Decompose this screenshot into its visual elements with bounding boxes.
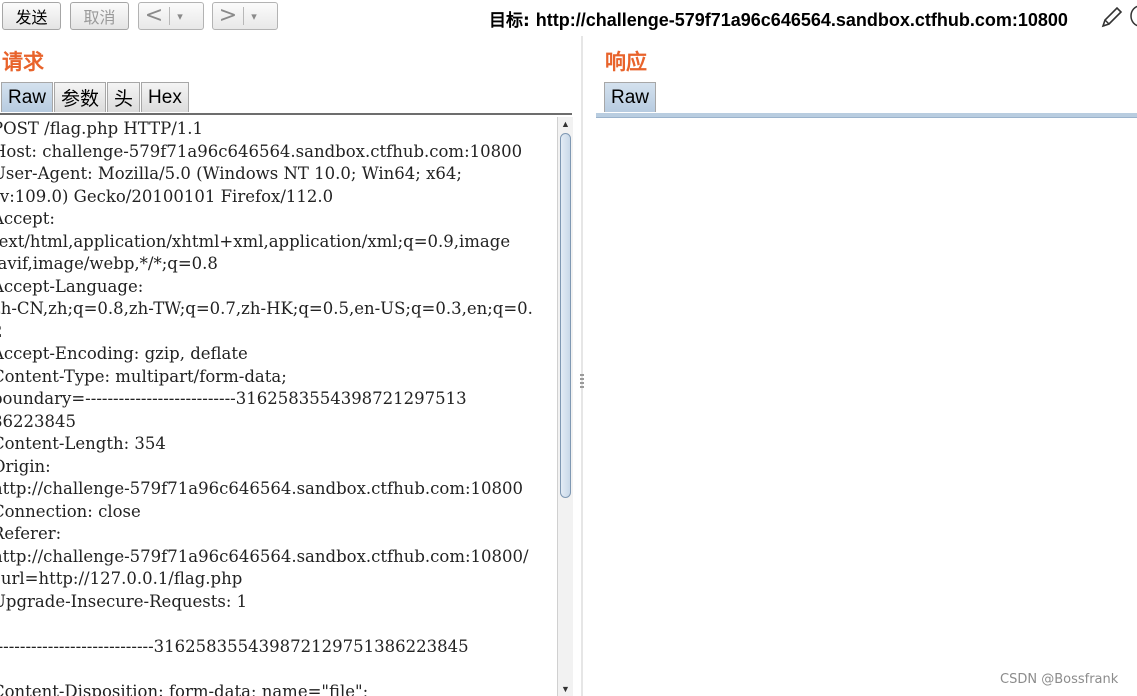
request-line: Host: challenge-579f71a96c646564.sandbox…	[0, 141, 523, 161]
forward-arrow-icon[interactable]: >	[213, 3, 243, 29]
request-line: ?url=http://127.0.0.1/flag.php	[0, 569, 243, 588]
request-line: Referer:	[0, 524, 62, 543]
request-line: Origin:	[0, 456, 51, 476]
target-display: 目标: http://challenge-579f71a96c646564.sa…	[489, 6, 1068, 31]
request-line	[0, 658, 548, 681]
tab-hex-label: Hex	[148, 86, 182, 108]
request-line: boundary=---------------------------3162…	[0, 389, 467, 408]
request-line: Content-Length: 354	[0, 434, 166, 453]
request-line: http://challenge-579f71a96c646564.sandbo…	[0, 546, 529, 566]
request-line: text/html,application/xhtml+xml,applicat…	[0, 231, 511, 251]
forward-history-dropdown-icon[interactable]: ▾	[244, 10, 264, 23]
request-tabs: Raw 参数 头 Hex	[1, 82, 190, 114]
tab-raw-label: Raw	[8, 86, 47, 108]
request-line: Accept-Language:	[0, 276, 144, 296]
request-title: 请求	[2, 50, 44, 74]
request-line: http://challenge-579f71a96c646564.sandbo…	[0, 479, 524, 498]
tab-raw[interactable]: Raw	[1, 82, 54, 112]
scroll-down-icon[interactable]: ▼	[560, 684, 571, 696]
request-line: Content-Type: multipart/form-data;	[0, 366, 287, 386]
splitter-grip-icon[interactable]	[580, 374, 584, 390]
cancel-button[interactable]: 取消	[70, 2, 129, 30]
request-scrollbar[interactable]: ▲ ▼	[557, 117, 573, 696]
forward-nav-button[interactable]: > ▾	[212, 2, 278, 30]
request-line: POST /flag.php HTTP/1.1	[0, 119, 203, 138]
help-icon[interactable]	[1130, 2, 1137, 30]
scrollbar-thumb[interactable]	[560, 133, 571, 498]
request-line: rv:109.0) Gecko/20100101 Firefox/112.0	[0, 186, 334, 206]
tab-response-raw-label: Raw	[611, 86, 650, 108]
request-tab-underline	[0, 113, 572, 115]
tab-response-raw[interactable]: Raw	[604, 82, 657, 112]
tab-headers[interactable]: 头	[107, 82, 141, 112]
request-editor[interactable]: POST /flag.php HTTP/1.1 Host: challenge-5…	[0, 118, 548, 696]
request-line: Accept:	[0, 209, 55, 228]
request-line: User-Agent: Mozilla/5.0 (Windows NT 10.0…	[0, 164, 462, 183]
response-tabs: Raw	[604, 82, 657, 114]
tab-params[interactable]: 参数	[54, 82, 107, 112]
request-line: Accept-Encoding: gzip, deflate	[0, 344, 248, 363]
toolbar: 发送 取消 < ▾ > ▾ 目标: http://challenge-579f7…	[0, 0, 1137, 36]
response-tab-underline	[596, 113, 1137, 118]
response-title: 响应	[605, 50, 647, 74]
tab-hex[interactable]: Hex	[141, 82, 189, 112]
watermark: CSDN @Bossfrank	[1000, 672, 1119, 687]
back-history-dropdown-icon[interactable]: ▾	[170, 10, 190, 23]
request-line: zh-CN,zh;q=0.8,zh-TW;q=0.7,zh-HK;q=0.5,e…	[0, 299, 533, 318]
request-line: Connection: close	[0, 501, 141, 521]
request-line: /avif,image/webp,*/*;q=0.8	[0, 254, 218, 273]
request-line: 86223845	[0, 411, 76, 431]
back-arrow-icon[interactable]: <	[139, 3, 169, 29]
tab-params-label: 参数	[61, 88, 100, 110]
request-line: 2	[0, 321, 548, 344]
send-button[interactable]: 发送	[2, 2, 61, 30]
request-line	[0, 613, 548, 636]
request-line: -----------------------------31625835543…	[0, 636, 469, 656]
request-line: Upgrade-Insecure-Requests: 1	[0, 591, 248, 611]
pane-divider[interactable]	[581, 36, 583, 696]
tab-headers-label: 头	[114, 88, 134, 110]
scroll-up-icon[interactable]: ▲	[560, 119, 571, 131]
back-nav-button[interactable]: < ▾	[138, 2, 204, 30]
target-label: 目标:	[489, 11, 536, 31]
pencil-icon[interactable]	[1100, 5, 1126, 29]
target-url: http://challenge-579f71a96c646564.sandbo…	[535, 10, 1068, 30]
request-line: Content-Disposition: form-data; name="fi…	[0, 681, 369, 696]
